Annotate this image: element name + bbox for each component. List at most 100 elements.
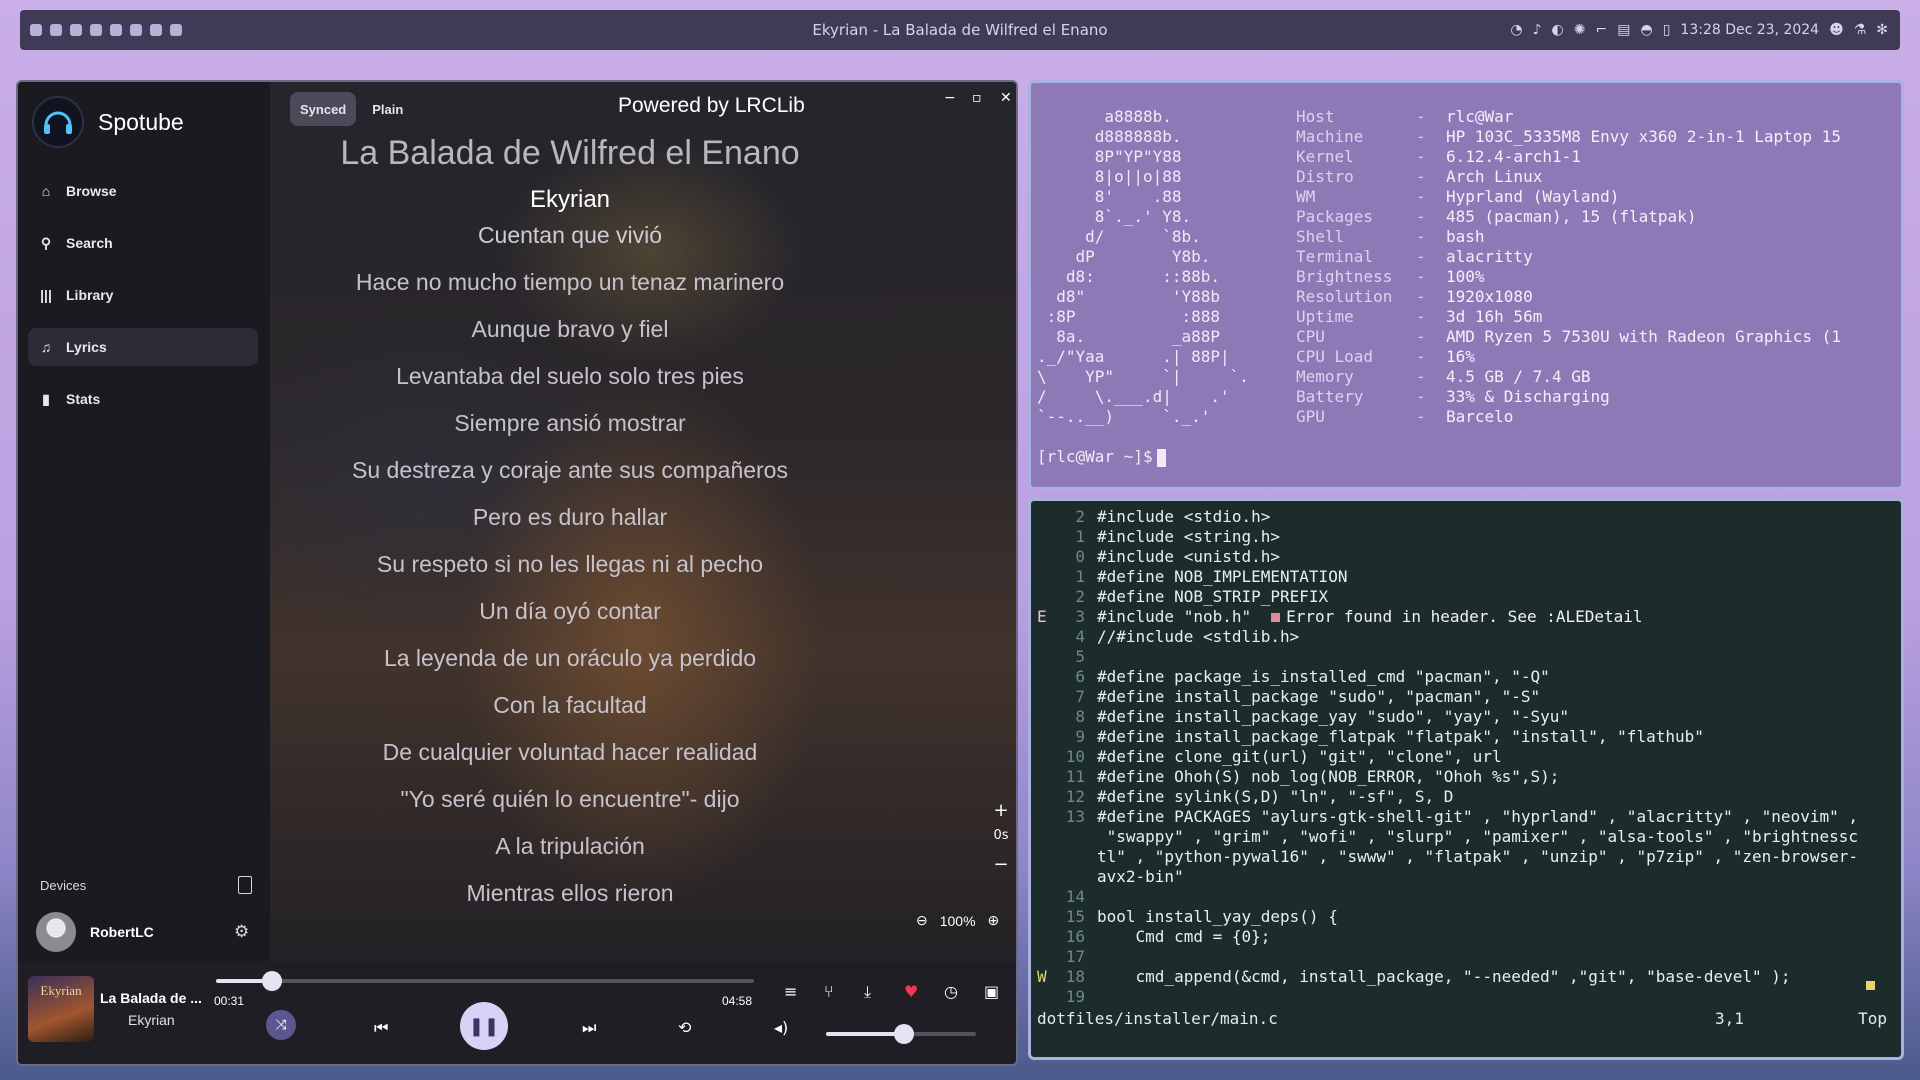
brightness-icon[interactable]: ✺ — [1574, 22, 1586, 38]
lyric-line[interactable]: Su respeto si no les llegas ni al pecho — [270, 541, 870, 588]
time-offset-plus-button[interactable]: + — [988, 800, 1014, 821]
download-icon[interactable]: ⤓ — [864, 982, 871, 1002]
system-info: Host - rlc@War Machine - HP 103C_5335M8 Envy … — [1296, 107, 1841, 427]
queue-icon[interactable]: ≡ — [784, 982, 797, 1001]
code-content: #include <string.h> — [1097, 527, 1281, 546]
repeat-button[interactable]: ⟲ — [678, 1018, 691, 1037]
code-line[interactable]: 12 #define sylink(S,D) "ln", "-sf", S, D — [1031, 787, 1901, 807]
volume-slider[interactable] — [826, 1024, 976, 1044]
code-line[interactable]: 13 #define PACKAGES "aylurs-gtk-shell-git… — [1031, 807, 1901, 827]
editor-window[interactable]: 2 #include <stdio.h> 1 #include <string.h> 0… — [1028, 498, 1904, 1060]
track-name[interactable]: La Balada de ... — [100, 990, 202, 1006]
heart-icon[interactable]: ♥ — [904, 982, 918, 1001]
tab-synced[interactable]: Synced — [290, 92, 357, 126]
album-art[interactable]: Ekyrian — [28, 976, 94, 1042]
previous-button[interactable]: ⏮ — [374, 1018, 388, 1038]
lyric-line[interactable]: Levantaba del suelo solo tres pies — [270, 353, 870, 400]
code-line[interactable]: avx2-bin" — [1031, 867, 1901, 887]
zoom-controls: ⊖ 100% ⊕ — [916, 912, 999, 929]
lyric-line[interactable]: Un día oyó contar — [270, 588, 870, 635]
code-line[interactable]: E 3 #include "nob.h" Error found in header.… — [1031, 607, 1901, 627]
lyric-line[interactable]: La leyenda de un oráculo ya perdido — [270, 635, 870, 682]
lyric-line[interactable]: Su destreza y coraje ante sus compañeros — [270, 447, 870, 494]
lyric-line[interactable]: Mientras ellos rieron — [270, 870, 870, 917]
code-line[interactable]: 1 #define NOB_IMPLEMENTATION — [1031, 567, 1901, 587]
lyric-line[interactable]: De cualquier voluntad hacer realidad — [270, 729, 870, 776]
sidebar-item-search[interactable]: ⚲ Search — [28, 224, 258, 262]
code-line[interactable]: 11 #define Ohoh(S) nob_log(NOB_ERROR, "Oh… — [1031, 767, 1901, 787]
code-line[interactable]: 2 #include <stdio.h> — [1031, 507, 1901, 527]
discord-icon[interactable]: ☻ — [1829, 22, 1844, 38]
arrow-icon[interactable]: ⌐ — [1596, 22, 1608, 38]
pause-button[interactable]: ❚❚ — [460, 1002, 508, 1050]
sidebar-item-browse[interactable]: ⌂ Browse — [28, 172, 258, 210]
lyric-line[interactable]: Siempre ansió mostrar — [270, 400, 870, 447]
headphones-icon[interactable]: ◓ — [1640, 22, 1652, 38]
volume-icon[interactable]: ♪ — [1533, 22, 1542, 38]
minimize-button[interactable]: − — [944, 90, 956, 106]
avatar[interactable] — [36, 912, 76, 952]
keyboard-icon[interactable]: ▤ — [1617, 22, 1630, 38]
code-line[interactable]: "swappy" , "grim" , "wofi" , "slurp" , "… — [1031, 827, 1901, 847]
lyric-line[interactable]: Con la facultad — [270, 682, 870, 729]
tab-plain[interactable]: Plain — [362, 92, 413, 126]
code-buffer[interactable]: 2 #include <stdio.h> 1 #include <string.h> 0… — [1031, 507, 1901, 1007]
code-line[interactable]: tl" , "python-pywal16" , "swww" , "flatp… — [1031, 847, 1901, 867]
song-artist: Ekyrian — [529, 186, 611, 213]
code-line[interactable]: 15 bool install_yay_deps() { — [1031, 907, 1901, 927]
sleep-timer-icon[interactable]: ◷ — [944, 982, 958, 1001]
code-line[interactable]: 0 #include <unistd.h> — [1031, 547, 1901, 567]
code-line[interactable]: 5 — [1031, 647, 1901, 667]
settings-icon[interactable]: ⚙ — [234, 922, 249, 942]
sidebar-item-stats[interactable]: ▮ Stats — [28, 380, 258, 418]
code-line[interactable]: 6 #define package_is_installed_cmd "pacma… — [1031, 667, 1901, 687]
flask-icon[interactable]: ⚗ — [1854, 22, 1867, 38]
code-line[interactable]: 10 #define clone_git(url) "git", "clone",… — [1031, 747, 1901, 767]
track-artist[interactable]: Ekyrian — [128, 1012, 175, 1028]
zoom-in-icon[interactable]: ⊕ — [988, 912, 1000, 929]
close-button[interactable]: ✕ — [1000, 90, 1012, 106]
progress-bar[interactable] — [216, 971, 754, 991]
code-line[interactable]: 8 #define install_package_yay "sudo", "ya… — [1031, 707, 1901, 727]
wifi-icon[interactable]: ◔ — [1510, 22, 1522, 38]
alternative-source-icon[interactable]: ⑂ — [824, 982, 834, 1001]
user-profile[interactable]: RobertLC — [36, 912, 154, 952]
code-line[interactable]: 4 //#include <stdlib.h> — [1031, 627, 1901, 647]
code-line[interactable]: 16 Cmd cmd = {0}; — [1031, 927, 1901, 947]
code-line[interactable]: 7 #define install_package "sudo", "pacman… — [1031, 687, 1901, 707]
lyric-line[interactable]: "Yo seré quién lo encuentre"- dijo — [270, 776, 870, 823]
volume-handle[interactable] — [894, 1024, 914, 1044]
devices-label[interactable]: Devices — [40, 878, 86, 893]
code-line[interactable]: 2 #define NOB_STRIP_PREFIX — [1031, 587, 1901, 607]
code-line[interactable]: 9 #define install_package_flatpak "flatpa… — [1031, 727, 1901, 747]
username[interactable]: RobertLC — [90, 924, 154, 940]
lyric-line[interactable]: Pero es duro hallar — [270, 494, 870, 541]
sidebar-item-lyrics[interactable]: ♫ Lyrics — [28, 328, 258, 366]
lyric-line[interactable]: A la tripulación — [270, 823, 870, 870]
code-line[interactable]: 1 #include <string.h> — [1031, 527, 1901, 547]
progress-handle[interactable] — [261, 971, 282, 991]
volume-icon[interactable]: ◂) — [774, 1018, 788, 1037]
next-button[interactable]: ⏭ — [582, 1018, 596, 1038]
moon-icon[interactable]: ◐ — [1552, 22, 1564, 38]
sidebar-item-library[interactable]: ||| Library — [28, 276, 258, 314]
maximize-button[interactable]: ▫ — [972, 90, 982, 106]
lyric-line[interactable]: Hace no mucho tiempo un tenaz marinero — [270, 259, 870, 306]
code-line[interactable]: 17 — [1031, 947, 1901, 967]
code-line[interactable]: 19 — [1031, 987, 1901, 1007]
device-icon[interactable] — [238, 876, 252, 894]
gear-icon[interactable]: ✻ — [1876, 22, 1888, 38]
clipboard-icon[interactable]: ▯ — [1663, 22, 1671, 38]
terminal-window[interactable]: a8888b. d888888b. 8P"YP"Y88 8|o||o|88 8'… — [1028, 80, 1904, 490]
code-line[interactable]: W 18 cmd_append(&cmd, install_package, "-… — [1031, 967, 1901, 987]
datetime[interactable]: 13:28 Dec 23, 2024 — [1680, 22, 1819, 38]
shell-prompt[interactable]: [rlc@War ~]$ — [1037, 447, 1166, 467]
code-line[interactable]: 14 — [1031, 887, 1901, 907]
lyric-line[interactable]: Aunque bravo y fiel — [270, 306, 870, 353]
mini-player-icon[interactable]: ▣ — [984, 982, 999, 1001]
info-row: Brightness - 100% — [1296, 267, 1841, 287]
lyric-line[interactable]: Cuentan que vivió — [270, 212, 870, 259]
zoom-out-icon[interactable]: ⊖ — [916, 912, 928, 929]
shuffle-button[interactable]: ⤨ — [266, 1010, 296, 1040]
time-offset-minus-button[interactable]: − — [988, 854, 1014, 875]
